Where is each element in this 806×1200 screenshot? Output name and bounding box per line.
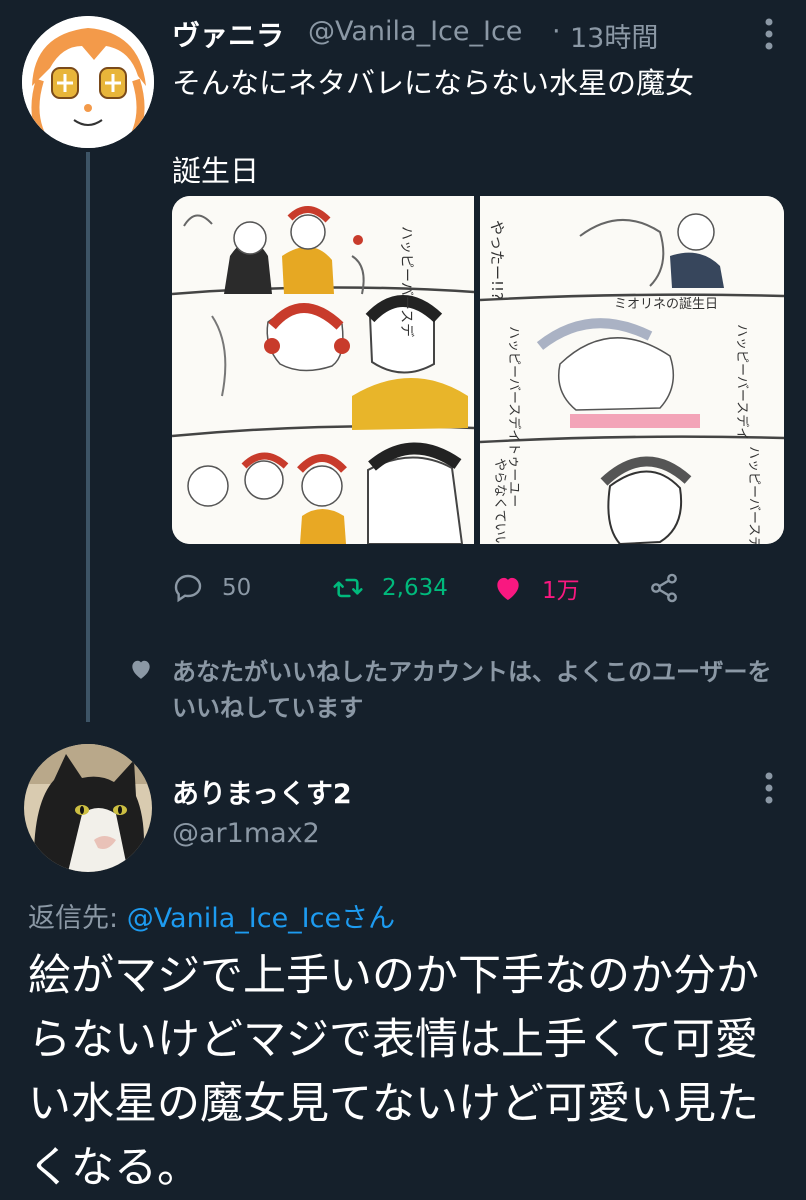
manga-page-left: ハッピーバースデ — [172, 196, 475, 544]
social-context-text: あなたがいいねしたアカウントは、よくこのユーザーをいいねしています — [172, 658, 772, 722]
media-image-left[interactable]: ハッピーバースデ — [172, 196, 475, 544]
avatar-illustration — [22, 16, 154, 148]
svg-text:ハッピーバースデ: ハッピーバースデ — [398, 226, 415, 337]
media-image-right[interactable]: やったー!!? ミオリネの誕生日 ハッピーバースデイトゥーユー ハッピーバースデ… — [479, 196, 784, 544]
display-name[interactable]: ヴァニラ — [172, 14, 284, 54]
svg-text:やったー!!?: やったー!!? — [488, 220, 506, 300]
tweet-actions: 50 2,634 1万 — [172, 566, 732, 610]
like-count: 1万 — [542, 578, 580, 604]
reply-prefix: 返信先: — [28, 903, 127, 934]
svg-text:やらなくていいのよそれ: やらなくていいのよそれ — [492, 458, 507, 544]
timestamp[interactable]: 13時間 — [570, 16, 658, 55]
heart-icon — [128, 656, 154, 682]
user-handle[interactable]: @Vanila_Ice_Ice — [308, 16, 522, 47]
reply-icon — [174, 574, 202, 603]
like-button[interactable]: 1万 — [492, 566, 580, 610]
retweet-count: 2,634 — [382, 575, 448, 601]
tweet-text: そんなにネタバレにならない水星の魔女 — [172, 66, 695, 100]
manga-page-right: やったー!!? ミオリネの誕生日 ハッピーバースデイトゥーユー ハッピーバースデ… — [479, 196, 784, 544]
retweet-button[interactable]: 2,634 — [332, 566, 448, 610]
replying-to: 返信先: @Vanila_Ice_Iceさん — [28, 896, 395, 935]
heart-icon — [497, 577, 519, 600]
reply-target-link[interactable]: @Vanila_Ice_Iceさん — [127, 903, 395, 934]
share-button[interactable] — [648, 566, 698, 610]
more-vertical-icon[interactable] — [754, 16, 784, 52]
svg-text:ハッピーバースデイトゥーユー: ハッピーバースデイトゥーユー — [506, 326, 522, 507]
thread-connector-line — [86, 152, 90, 722]
display-name[interactable]: ありまっくす2 — [172, 772, 352, 811]
more-vertical-icon[interactable] — [754, 770, 784, 806]
avatar-cat-photo — [24, 744, 152, 872]
tweet-text: 絵がマジで上手いのか下手なのか分からないけどマジで表情は上手くて可愛い水星の魔女… — [28, 951, 759, 1193]
avatar[interactable] — [22, 16, 154, 148]
share-icon — [651, 573, 677, 603]
reply-count: 50 — [222, 575, 252, 601]
svg-text:ハッピーバースデー: ハッピーバースデー — [746, 446, 762, 544]
user-handle[interactable]: @ar1max2 — [172, 818, 320, 849]
retweet-icon — [333, 578, 363, 598]
avatar[interactable] — [24, 744, 152, 872]
tweet-media[interactable]: ハッピーバースデ やったー!!? ミオリネの誕生日 ハッピーバースデイトゥーユー… — [172, 196, 784, 544]
svg-text:ミオリネの誕生日: ミオリネの誕生日 — [614, 297, 718, 312]
separator-dot: · — [552, 16, 561, 47]
svg-text:ハッピーバースデイ: ハッピーバースデイ — [734, 324, 750, 440]
tweet-text-line-2: 誕生日 — [172, 154, 260, 188]
reply-button[interactable]: 50 — [172, 566, 251, 610]
